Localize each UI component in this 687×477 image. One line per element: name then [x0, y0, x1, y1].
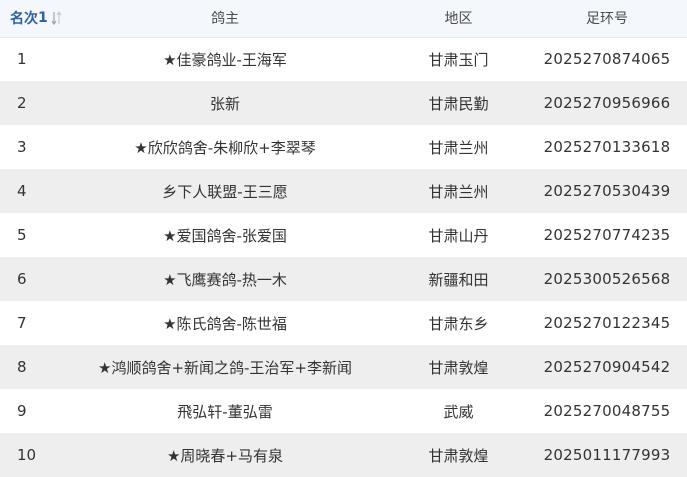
rank-header-label: 名次: [10, 11, 38, 28]
rank-cell: 2: [17, 94, 27, 112]
rank-cell: 9: [17, 402, 27, 420]
ring-cell: 2025270904542: [543, 358, 671, 376]
ring-cell: 2025270774235: [543, 226, 671, 244]
header-row: 名次1 鸽主 地区 足环号: [0, 0, 687, 37]
owner-cell: ★鸿顺鸽舍+新闻之鸽-王治军+李新闻: [98, 358, 352, 377]
table-row[interactable]: 8 ★鸿顺鸽舍+新闻之鸽-王治军+李新闻 甘肃敦煌 2025270904542: [0, 345, 687, 389]
ring-cell: 2025270530439: [543, 182, 671, 200]
rank-cell: 1: [17, 50, 27, 69]
table-row[interactable]: 2 张新 甘肃民勤 2025270956966: [0, 81, 687, 125]
results-table: 名次1 鸽主 地区 足环号 1 ★佳豪鸽业-王海军 甘肃玉门 202527087…: [0, 0, 687, 477]
table-header: 名次1 鸽主 地区 足环号: [0, 0, 687, 37]
region-cell: 甘肃敦煌: [428, 358, 489, 377]
table-row[interactable]: 4 乡下人联盟-王三愿 甘肃兰州 2025270530439: [0, 169, 687, 213]
owner-cell: ★周晓春+马有泉: [166, 446, 284, 465]
region-cell: 甘肃兰州: [428, 182, 489, 201]
sort-indicator-label: 1: [38, 10, 48, 27]
region-cell: 新疆和田: [428, 270, 489, 289]
rank-cell: 3: [17, 138, 27, 156]
table-body: 1 ★佳豪鸽业-王海军 甘肃玉门 2025270874065 2 张新 甘肃民勤…: [0, 37, 687, 477]
owner-cell: ★陈氏鸽舍-陈世福: [163, 314, 287, 333]
owner-cell: ★佳豪鸽业-王海军: [163, 50, 287, 69]
region-cell: 甘肃山丹: [428, 226, 489, 245]
region-cell: 武威: [443, 402, 474, 421]
ring-cell: 2025270956966: [543, 94, 671, 112]
region-cell: 甘肃民勤: [428, 94, 489, 113]
owner-cell: ★飞鹰赛鸽-热一木: [163, 270, 287, 289]
region-column-header[interactable]: 地区: [390, 0, 527, 37]
owner-column-header[interactable]: 鸽主: [60, 0, 390, 37]
region-cell: 甘肃东乡: [428, 314, 489, 333]
ring-cell: 2025270133618: [543, 138, 671, 156]
table-row[interactable]: 9 飛弘轩-董弘雷 武威 2025270048755: [0, 389, 687, 433]
rank-cell: 8: [17, 358, 27, 376]
rank-column-header[interactable]: 名次1: [0, 0, 62, 37]
table-row[interactable]: 5 ★爱国鸽舍-张爱国 甘肃山丹 2025270774235: [0, 213, 687, 257]
owner-cell: 张新: [209, 94, 240, 113]
owner-cell: ★欣欣鸽舍-朱柳欣+李翠琴: [134, 138, 316, 157]
ring-cell: 2025300526568: [543, 270, 671, 288]
region-cell: 甘肃玉门: [428, 50, 489, 69]
ring-cell: 2025011177993: [543, 446, 671, 464]
ring-cell: 2025270874065: [543, 50, 671, 69]
rank-cell: 10: [17, 446, 37, 464]
table-row[interactable]: 7 ★陈氏鸽舍-陈世福 甘肃东乡 2025270122345: [0, 301, 687, 345]
sort-arrows-icon[interactable]: [50, 10, 64, 26]
rank-cell: 4: [17, 182, 27, 200]
rank-cell: 5: [17, 226, 27, 244]
region-cell: 甘肃兰州: [428, 138, 489, 157]
table-row[interactable]: 3 ★欣欣鸽舍-朱柳欣+李翠琴 甘肃兰州 2025270133618: [0, 125, 687, 169]
table-row[interactable]: 10 ★周晓春+马有泉 甘肃敦煌 2025011177993: [0, 433, 687, 477]
region-cell: 甘肃敦煌: [428, 446, 489, 465]
rank-cell: 7: [17, 314, 27, 332]
ring-cell: 2025270122345: [543, 314, 671, 332]
table-row[interactable]: 6 ★飞鹰赛鸽-热一木 新疆和田 2025300526568: [0, 257, 687, 301]
table-row[interactable]: 1 ★佳豪鸽业-王海军 甘肃玉门 2025270874065: [0, 37, 687, 81]
rank-cell: 6: [17, 270, 27, 288]
owner-cell: 飛弘轩-董弘雷: [177, 402, 273, 421]
owner-cell: 乡下人联盟-王三愿: [162, 182, 288, 201]
owner-cell: ★爱国鸽舍-张爱国: [163, 226, 287, 245]
ring-column-header[interactable]: 足环号: [527, 0, 687, 37]
ring-cell: 2025270048755: [543, 402, 671, 420]
